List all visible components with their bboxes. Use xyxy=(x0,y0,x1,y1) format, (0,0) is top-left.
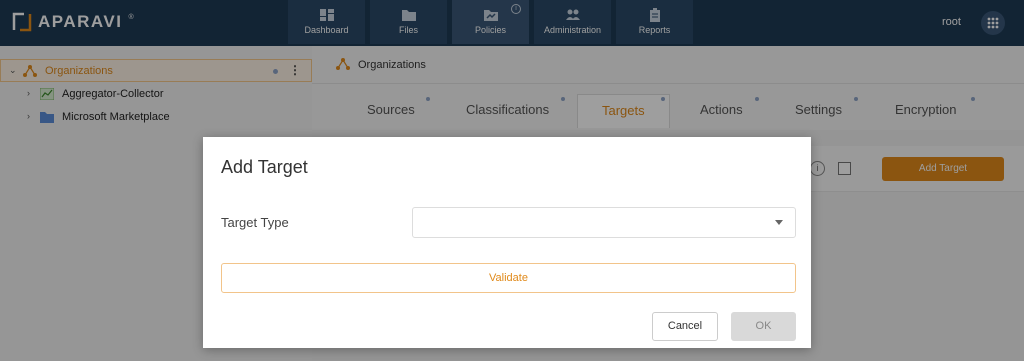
target-type-label: Target Type xyxy=(221,215,289,230)
add-target-dialog: Add Target Target Type Validate Cancel O… xyxy=(203,137,811,348)
target-type-select[interactable] xyxy=(412,207,796,238)
dropdown-caret-icon xyxy=(775,220,783,225)
cancel-button[interactable]: Cancel xyxy=(652,312,718,341)
dialog-title: Add Target xyxy=(221,157,308,177)
validate-button[interactable]: Validate xyxy=(221,263,796,293)
ok-button[interactable]: OK xyxy=(731,312,796,341)
